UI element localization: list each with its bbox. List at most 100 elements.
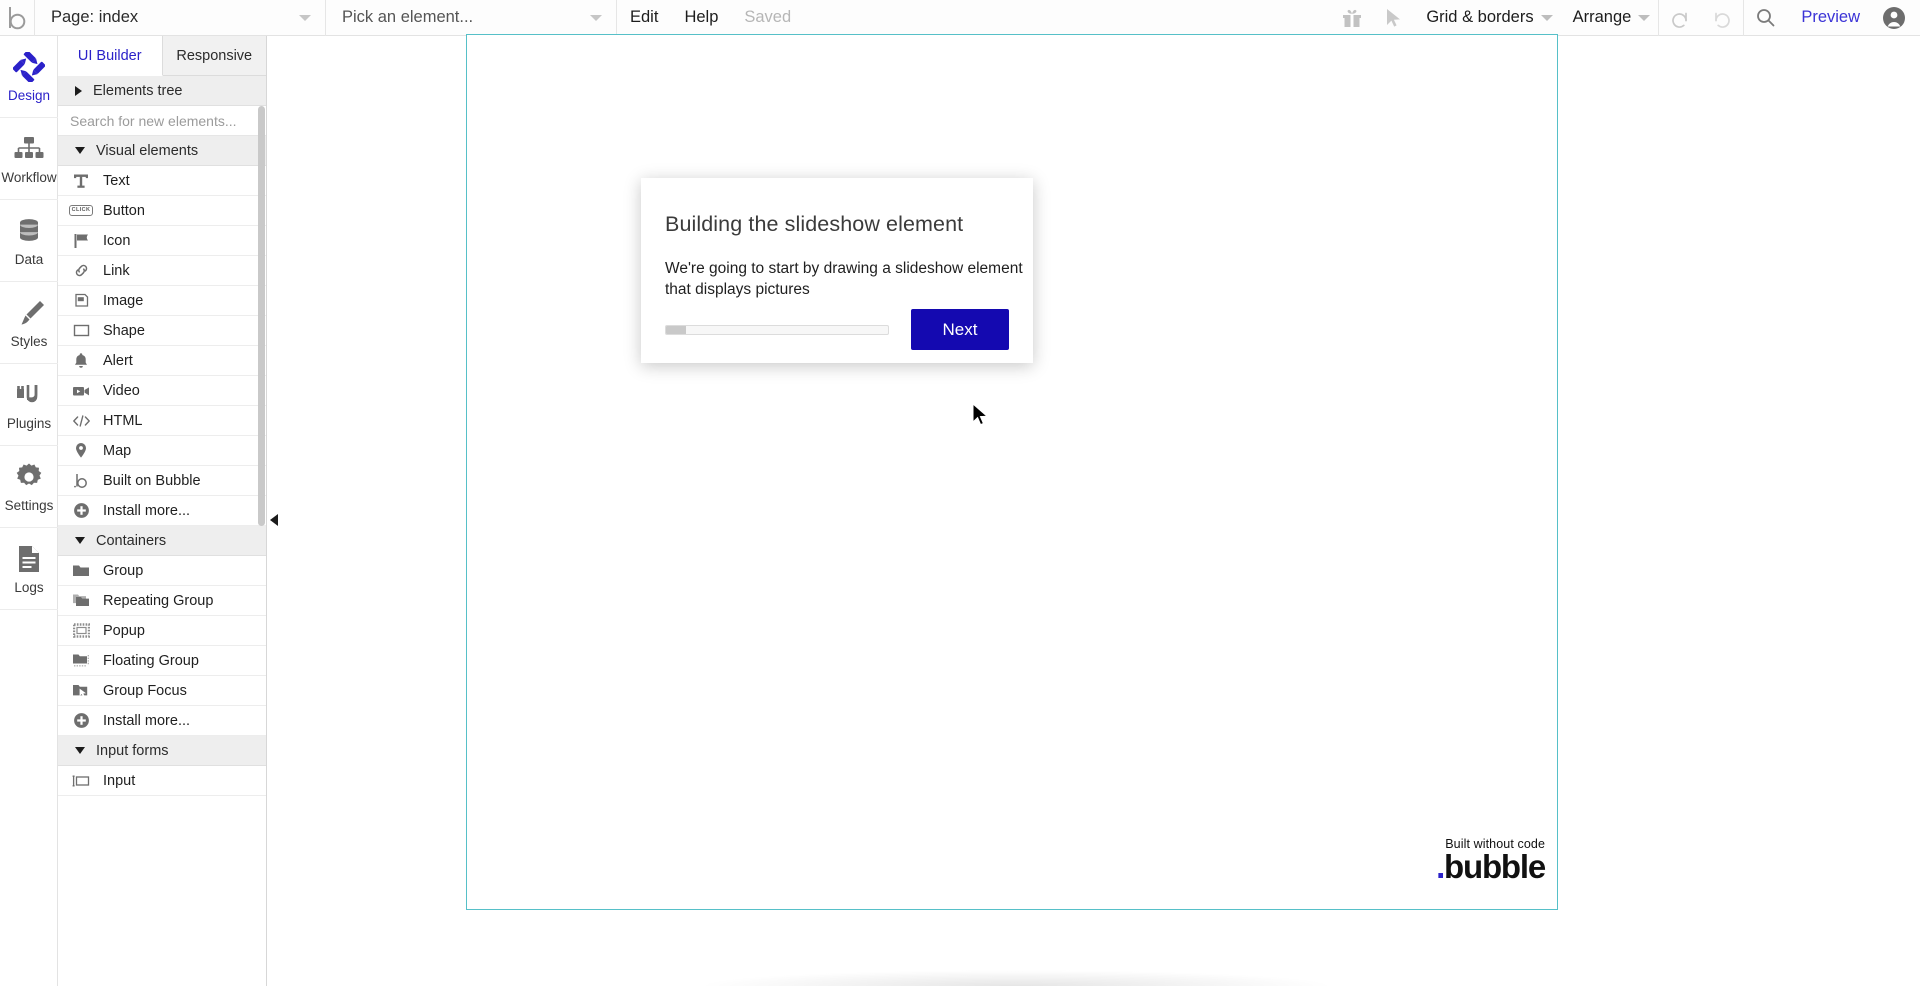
element-item-html[interactable]: HTML <box>58 406 266 436</box>
element-item-install-more-visual[interactable]: Install more... <box>58 496 266 526</box>
element-label-install-more-visual: Install more... <box>103 502 191 519</box>
section-title-containers: Containers <box>96 532 167 549</box>
element-picker-select[interactable]: Pick an element... <box>326 0 616 36</box>
floating-folder-icon <box>70 650 92 672</box>
bubble-b-logo-icon[interactable] <box>0 0 34 36</box>
design-canvas[interactable]: Built without code .bubble <box>268 34 1920 986</box>
elements-tree-header[interactable]: Elements tree <box>58 76 266 106</box>
element-item-video[interactable]: Video <box>58 376 266 406</box>
watermark-dot: . <box>1436 848 1445 885</box>
rail-label-logs: Logs <box>14 580 44 596</box>
bubble-b-icon <box>70 470 92 492</box>
rail-item-plugins[interactable]: Plugins <box>0 364 58 446</box>
element-label-shape: Shape <box>103 322 145 339</box>
rail-label-plugins: Plugins <box>6 416 52 432</box>
element-label-html: HTML <box>103 412 143 429</box>
grid-borders-label: Grid & borders <box>1426 8 1534 26</box>
tab-responsive[interactable]: Responsive <box>162 36 266 75</box>
rectangle-shape-icon <box>70 320 92 342</box>
element-item-built-on-bubble[interactable]: Built on Bubble <box>58 466 266 496</box>
arrange-dropdown[interactable]: Arrange <box>1561 0 1659 36</box>
chevron-left-icon <box>269 514 278 526</box>
next-button[interactable]: Next <box>911 309 1009 350</box>
rail-label-styles: Styles <box>10 334 48 350</box>
search-elements-input[interactable]: Search for new elements... <box>58 106 266 136</box>
chevron-right-icon <box>75 85 82 96</box>
watermark-logo: .bubble <box>1436 848 1546 885</box>
workflow-hierarchy-icon <box>14 132 44 166</box>
gear-icon <box>15 460 43 494</box>
rail-item-logs[interactable]: Logs <box>0 528 58 610</box>
chevron-down-icon <box>299 14 311 21</box>
page-select[interactable]: Page: index <box>35 0 325 36</box>
element-item-input[interactable]: Input <box>58 766 266 796</box>
help-menu[interactable]: Help <box>671 0 731 36</box>
tutorial-modal: Building the slideshow element We're goi… <box>641 178 1033 363</box>
element-item-image[interactable]: Image <box>58 286 266 316</box>
element-label-video: Video <box>103 382 140 399</box>
element-label-button: Button <box>103 202 145 219</box>
rail-item-data[interactable]: Data <box>0 200 58 282</box>
section-header-containers[interactable]: Containers <box>58 526 266 556</box>
code-brackets-icon <box>70 410 92 432</box>
button-click-icon: CLICK <box>68 200 94 222</box>
element-label-built-on-bubble: Built on Bubble <box>103 472 201 489</box>
element-item-alert[interactable]: Alert <box>58 346 266 376</box>
element-label-map: Map <box>103 442 132 459</box>
panel-collapse-handle[interactable] <box>267 505 280 535</box>
element-item-text[interactable]: Text <box>58 166 266 196</box>
rail-item-design[interactable]: Design <box>0 36 58 118</box>
element-item-link[interactable]: Link <box>58 256 266 286</box>
chevron-down-icon <box>75 147 85 154</box>
watermark-logo-text: bubble <box>1444 848 1546 885</box>
redo-icon[interactable] <box>1701 0 1743 36</box>
rail-label-data: Data <box>14 252 44 268</box>
preview-button[interactable]: Preview <box>1787 0 1874 36</box>
user-avatar-icon[interactable] <box>1874 0 1920 36</box>
element-picker-label: Pick an element... <box>342 8 474 26</box>
edit-menu[interactable]: Edit <box>617 0 671 36</box>
undo-icon[interactable] <box>1659 0 1701 36</box>
rail-item-settings[interactable]: Settings <box>0 446 58 528</box>
element-item-group-focus[interactable]: Group Focus <box>58 676 266 706</box>
section-header-visual-elements[interactable]: Visual elements <box>58 136 266 166</box>
image-icon <box>70 290 92 312</box>
rail-item-workflow[interactable]: Workflow <box>0 118 58 200</box>
cursor-arrow-icon[interactable] <box>1374 0 1414 36</box>
element-item-repeating-group[interactable]: Repeating Group <box>58 586 266 616</box>
element-item-map[interactable]: Map <box>58 436 266 466</box>
page-select-label: Page: index <box>51 8 139 26</box>
search-icon[interactable] <box>1744 0 1787 36</box>
elements-tree-label: Elements tree <box>93 82 183 99</box>
element-item-button[interactable]: CLICK Button <box>58 196 266 226</box>
element-item-group[interactable]: Group <box>58 556 266 586</box>
chevron-down-icon <box>590 14 602 21</box>
tab-ui-builder[interactable]: UI Builder <box>58 36 163 76</box>
rail-label-settings: Settings <box>4 498 54 514</box>
design-pencils-icon <box>13 50 45 84</box>
save-status: Saved <box>744 8 792 26</box>
chevron-down-icon <box>75 747 85 754</box>
chevron-down-icon <box>75 537 85 544</box>
element-item-icon[interactable]: Icon <box>58 226 266 256</box>
chevron-down-icon <box>1540 14 1553 21</box>
section-header-input-forms[interactable]: Input forms <box>58 736 266 766</box>
element-item-install-more-containers[interactable]: Install more... <box>58 706 266 736</box>
element-label-popup: Popup <box>103 622 145 639</box>
element-item-floating-group[interactable]: Floating Group <box>58 646 266 676</box>
map-pin-icon <box>70 440 92 462</box>
tutorial-progress-fill <box>666 325 686 334</box>
folders-stack-icon <box>70 590 92 612</box>
panel-scrollbar[interactable] <box>258 106 265 526</box>
element-item-popup[interactable]: Popup <box>58 616 266 646</box>
gift-icon[interactable] <box>1330 0 1374 36</box>
tutorial-progress-bar <box>665 324 889 335</box>
database-icon <box>15 214 43 248</box>
page-frame[interactable]: Built without code .bubble <box>466 34 1558 910</box>
grid-borders-dropdown[interactable]: Grid & borders <box>1414 0 1560 36</box>
element-item-shape[interactable]: Shape <box>58 316 266 346</box>
rail-item-styles[interactable]: Styles <box>0 282 58 364</box>
plug-icon <box>14 378 44 412</box>
element-label-icon: Icon <box>103 232 131 249</box>
left-nav-rail: Design Workflow Data Styles Plugins Sett… <box>0 36 58 986</box>
